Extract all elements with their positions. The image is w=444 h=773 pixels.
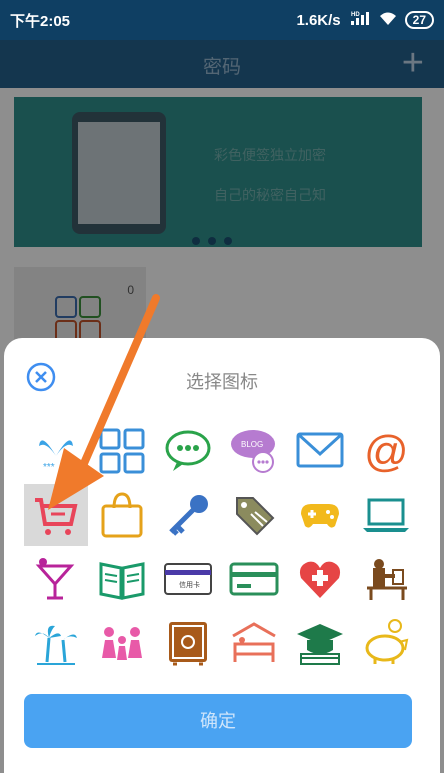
bag-icon[interactable] (90, 484, 154, 546)
cart-icon[interactable] (24, 484, 88, 546)
laptop-icon[interactable] (354, 484, 418, 546)
icon-picker-dialog: 选择图标 *** BLOG @ 信用卡 确定 (4, 338, 440, 773)
piggy-bank-icon[interactable] (354, 612, 418, 674)
svg-text:***: *** (43, 462, 55, 473)
confirm-button[interactable]: 确定 (24, 694, 412, 748)
dialog-title: 选择图标 (186, 372, 258, 392)
tag-icon[interactable] (222, 484, 286, 546)
wallet-card-icon[interactable] (222, 548, 286, 610)
card-icon[interactable]: 信用卡 (156, 548, 220, 610)
graduation-icon[interactable] (288, 612, 352, 674)
gamepad-icon[interactable] (288, 484, 352, 546)
svg-text:HD: HD (351, 12, 360, 18)
grid-icon[interactable] (90, 420, 154, 482)
status-bar: 下午2:05 1.6K/s HD 27 (0, 0, 444, 40)
family-icon[interactable] (90, 612, 154, 674)
status-time: 下午2:05 (10, 13, 71, 30)
svg-text:@: @ (364, 427, 409, 476)
svg-text:信用卡: 信用卡 (179, 580, 200, 589)
chat-icon[interactable] (156, 420, 220, 482)
book-icon[interactable] (90, 548, 154, 610)
network-speed: 1.6K/s (296, 11, 341, 29)
drink-icon[interactable] (24, 548, 88, 610)
battery-badge: 27 (404, 11, 434, 29)
bed-icon[interactable] (222, 612, 286, 674)
mail-icon[interactable] (288, 420, 352, 482)
wifi-icon (379, 10, 397, 30)
signal-icon: HD (349, 10, 371, 30)
safe-icon[interactable] (156, 612, 220, 674)
status-right: 1.6K/s HD 27 (296, 10, 434, 30)
at-icon[interactable]: @ (354, 420, 418, 482)
bird-icon[interactable]: *** (24, 420, 88, 482)
blog-icon[interactable]: BLOG (222, 420, 286, 482)
svg-text:BLOG: BLOG (241, 440, 263, 449)
medical-heart-icon[interactable] (288, 548, 352, 610)
desk-worker-icon[interactable] (354, 548, 418, 610)
palm-icon[interactable] (24, 612, 88, 674)
key-icon[interactable] (156, 484, 220, 546)
